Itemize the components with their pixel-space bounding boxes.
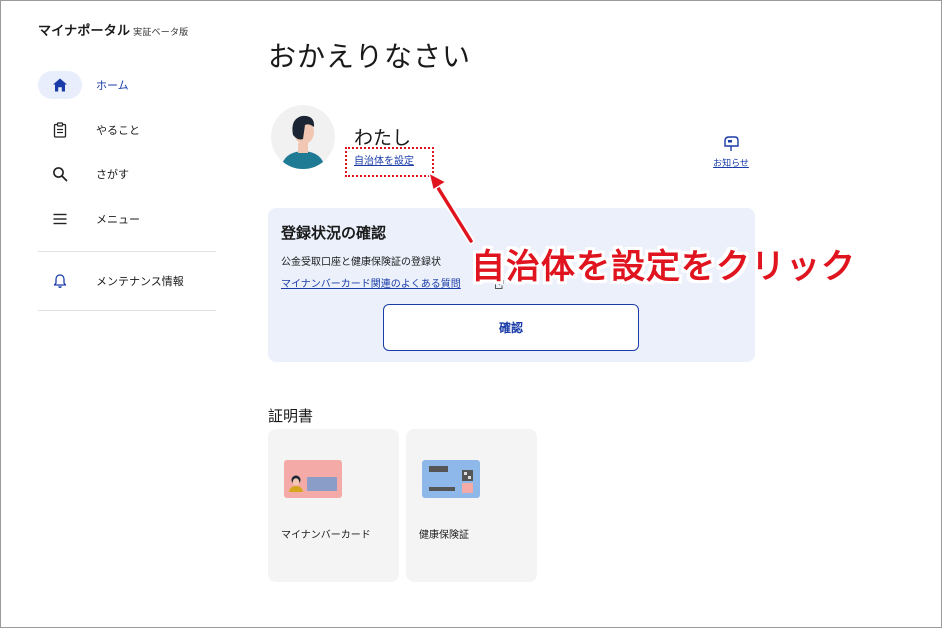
sidebar-item-label: メンテナンス情報	[96, 275, 184, 288]
card-description: 公金受取口座と健康保険証の登録状	[281, 257, 441, 268]
faq-link[interactable]: マイナンバーカード関連のよくある質問	[281, 275, 461, 290]
search-icon	[38, 160, 82, 188]
certificate-card-mynumber[interactable]: マイナンバーカード	[268, 429, 399, 582]
mailbox-icon	[722, 136, 740, 155]
sidebar-divider	[38, 251, 216, 252]
certificate-label: マイナンバーカード	[281, 530, 371, 541]
sidebar-item-menu[interactable]: メニュー	[38, 205, 216, 233]
menu-icon	[38, 205, 82, 233]
user-name: わたし	[354, 127, 412, 149]
certificate-card-health-insurance[interactable]: 健康保険証	[406, 429, 537, 582]
annotation-arrow-icon	[427, 171, 475, 245]
sidebar-maintenance: メンテナンス情報	[38, 267, 216, 312]
sidebar-item-home[interactable]: ホーム	[38, 71, 216, 99]
notice-button[interactable]: お知らせ	[707, 135, 755, 169]
sidebar-item-label: メニュー	[96, 212, 140, 226]
sidebar-item-search[interactable]: さがす	[38, 160, 216, 188]
annotation-text: 自治体を設定をクリック	[471, 247, 856, 287]
avatar	[271, 105, 335, 169]
confirm-button[interactable]: 確認	[383, 304, 639, 351]
sidebar-item-label: ホーム	[96, 79, 129, 92]
notice-label: お知らせ	[713, 159, 749, 169]
mynumber-card-icon	[284, 460, 342, 498]
app-title: マイナポータル	[38, 24, 131, 39]
certificate-label: 健康保険証	[419, 530, 469, 541]
card-title: 登録状況の確認	[281, 224, 387, 242]
app-window: マイナポータル 実証ベータ版 ホーム やること さがす メニュー メンテナンス情…	[0, 0, 942, 628]
sidebar-nav: ホーム やること さがす メニュー	[38, 71, 216, 249]
page-title: おかえりなさい	[268, 40, 472, 73]
certificates-section-title: 証明書	[268, 407, 314, 425]
home-icon	[38, 71, 82, 99]
app-brand[interactable]: マイナポータル 実証ベータ版	[38, 20, 188, 39]
sidebar-item-todo[interactable]: やること	[38, 116, 216, 144]
sidebar-item-label: やること	[96, 123, 140, 137]
bell-icon	[38, 267, 82, 295]
clipboard-icon	[38, 116, 82, 144]
app-subtitle: 実証ベータ版	[133, 28, 189, 38]
sidebar-item-maintenance[interactable]: メンテナンス情報	[38, 267, 216, 295]
sidebar-item-label: さがす	[96, 168, 129, 181]
health-insurance-card-icon	[422, 460, 480, 498]
sidebar-divider	[38, 310, 216, 311]
